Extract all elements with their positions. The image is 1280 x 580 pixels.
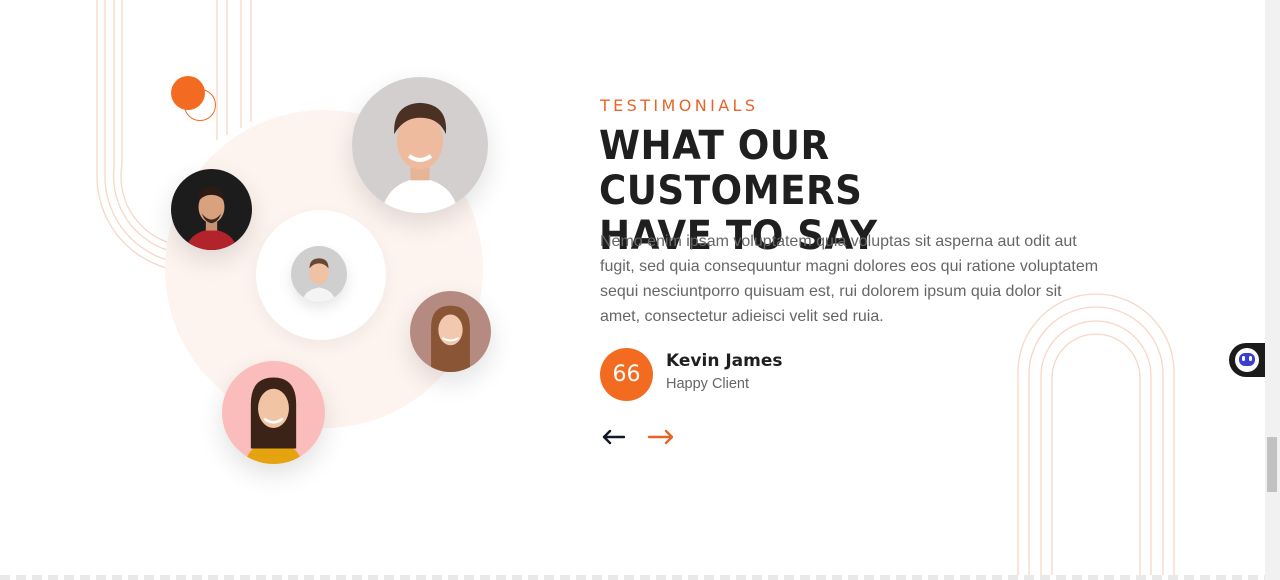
chatbot-icon (1235, 348, 1259, 372)
next-button[interactable] (646, 424, 676, 450)
decorative-arch-right (1017, 293, 1175, 580)
scrollbar-thumb[interactable] (1267, 437, 1277, 492)
avatar-boy-small (291, 246, 347, 302)
quote-icon: 66 (600, 348, 653, 401)
arrow-left-icon (602, 429, 625, 445)
chat-widget-button[interactable] (1229, 343, 1269, 377)
quote-mark: 66 (612, 362, 641, 387)
avatar-man-dark (171, 169, 252, 250)
section-divider (0, 575, 1265, 580)
client-role: Happy Client (666, 376, 750, 392)
client-name: Kevin James (666, 351, 783, 371)
testimonial-text: Nemo enim ipsam voluptatem quia voluptas… (600, 233, 1099, 325)
title-line-1: WHAT OUR CUSTOMERS (599, 123, 863, 214)
section-eyebrow: TESTIMONIALS (600, 96, 759, 115)
avatar-man-large (352, 77, 488, 213)
accent-ring (184, 89, 216, 121)
avatar-woman-brown (410, 291, 491, 372)
page-scrollbar[interactable] (1265, 0, 1280, 580)
avatar-woman-pink (222, 361, 325, 464)
prev-button[interactable] (598, 424, 628, 450)
arrow-right-icon (647, 429, 674, 445)
